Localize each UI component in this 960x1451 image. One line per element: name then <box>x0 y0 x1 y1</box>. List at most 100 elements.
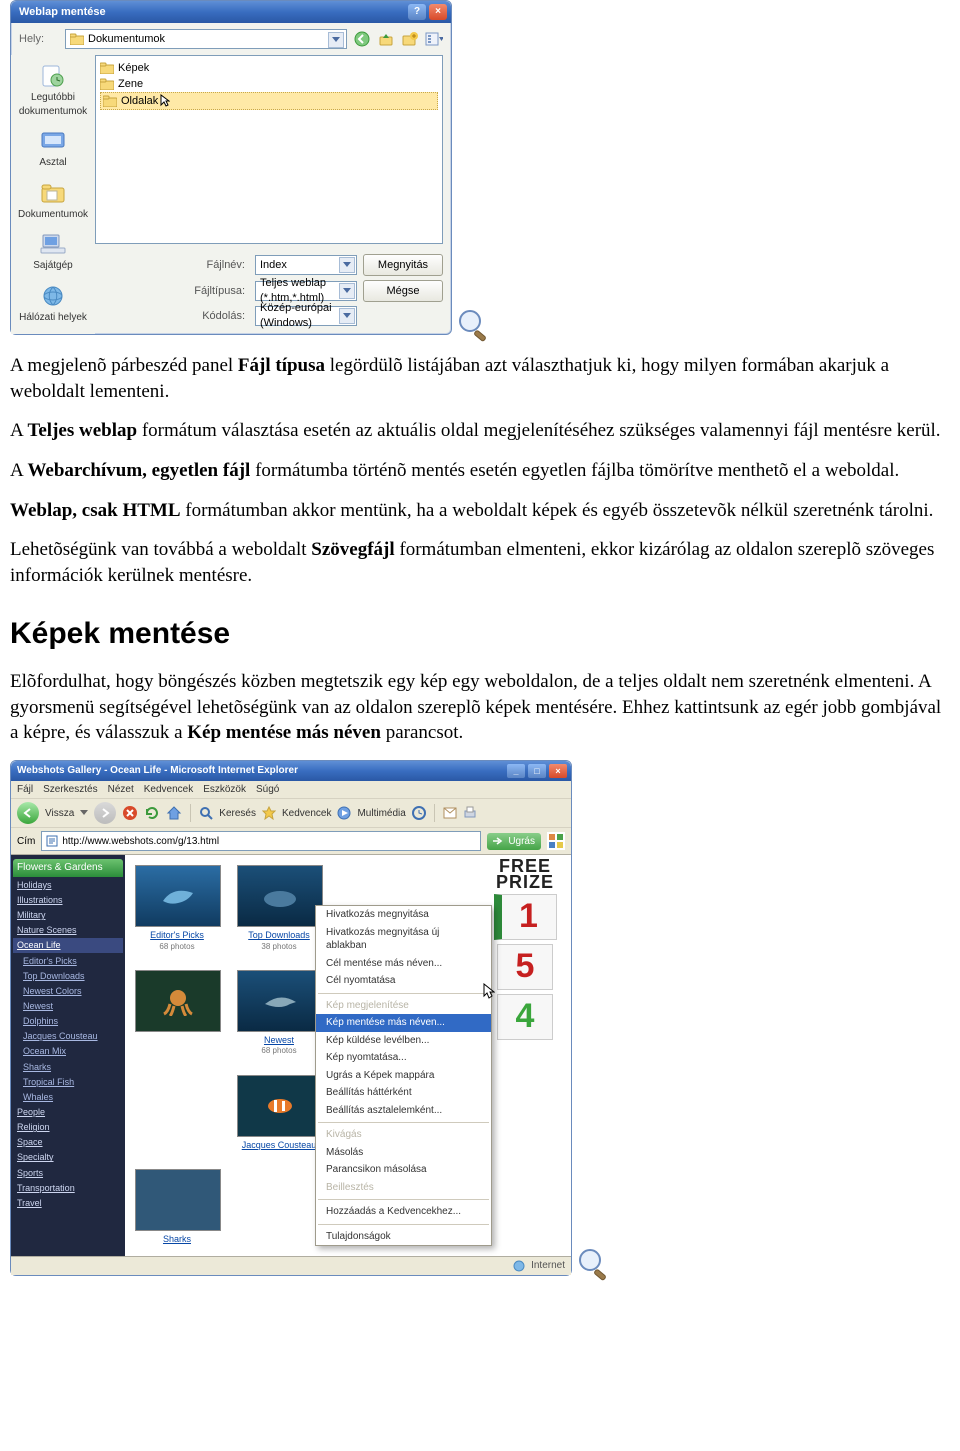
list-item[interactable]: Zene <box>100 76 438 92</box>
menu-item[interactable]: Fájl <box>17 783 33 797</box>
ctx-item[interactable]: Másolás <box>316 1144 491 1162</box>
sidebar-item[interactable]: Sharks <box>13 1060 123 1074</box>
sidebar-item[interactable]: Nature Scenes <box>13 923 123 937</box>
place-desktop[interactable]: Asztal <box>16 124 90 174</box>
history-icon[interactable] <box>412 806 426 820</box>
sidebar-item[interactable]: Whales <box>13 1090 123 1104</box>
sidebar-item[interactable]: Dolphins <box>13 1014 123 1028</box>
prize-number[interactable]: 4 <box>497 994 553 1040</box>
minimize-button[interactable]: _ <box>507 764 525 778</box>
encoding-select[interactable]: Közép-európai (Windows) <box>255 306 357 326</box>
forward-button[interactable] <box>94 802 116 824</box>
sidebar-category[interactable]: Ocean Life <box>13 938 123 952</box>
up-folder-icon[interactable] <box>377 30 395 48</box>
sidebar-item[interactable]: People <box>13 1105 123 1119</box>
sidebar-item[interactable]: Editor's Picks <box>13 954 123 968</box>
ctx-item[interactable]: Parancsikon másolása <box>316 1161 491 1179</box>
ctx-item[interactable]: Hivatkozás megnyitása <box>316 906 491 924</box>
back-label[interactable]: Vissza <box>45 807 74 821</box>
cancel-button[interactable]: Mégse <box>363 280 443 302</box>
sidebar-item[interactable]: Specialty <box>13 1150 123 1164</box>
ctx-item[interactable]: Tulajdonságok <box>316 1228 491 1246</box>
mail-icon[interactable] <box>443 807 457 819</box>
close-button[interactable]: × <box>549 764 567 778</box>
thumbnail[interactable] <box>135 970 219 1057</box>
refresh-icon[interactable] <box>144 805 160 821</box>
sidebar-item[interactable]: Space <box>13 1135 123 1149</box>
list-item[interactable]: Oldalak <box>100 92 438 110</box>
back-button[interactable] <box>17 802 39 824</box>
place-mycomputer[interactable]: Sajátgép <box>16 227 90 277</box>
sidebar-item[interactable]: Holidays <box>13 878 123 892</box>
magnifier-icon[interactable] <box>457 308 491 342</box>
print-icon[interactable] <box>463 806 477 820</box>
chevron-down-icon[interactable] <box>339 308 355 324</box>
ctx-item[interactable]: Kép nyomtatása... <box>316 1049 491 1067</box>
ctx-item[interactable]: Cél mentése más néven... <box>316 955 491 973</box>
sidebar-item[interactable]: Transportation <box>13 1181 123 1195</box>
place-documents[interactable]: Dokumentumok <box>16 176 90 226</box>
place-recent[interactable]: Legutóbbi dokumentumok <box>16 59 90 122</box>
magnifier-icon[interactable] <box>577 1247 611 1281</box>
ctx-item[interactable]: Ugrás a Képek mappára <box>316 1067 491 1085</box>
sidebar-item[interactable]: Illustrations <box>13 893 123 907</box>
help-button[interactable]: ? <box>408 4 426 20</box>
favorites-label[interactable]: Kedvencek <box>282 807 331 821</box>
place-network[interactable]: Hálózati helyek <box>16 279 90 329</box>
sidebar-item[interactable]: Ocean Mix <box>13 1044 123 1058</box>
media-icon[interactable] <box>337 806 351 820</box>
close-button[interactable]: × <box>429 4 447 20</box>
ctx-item[interactable]: Hivatkozás megnyitása új ablakban <box>316 924 491 955</box>
thumbnail[interactable]: Editor's Picks 68 photos <box>135 865 219 952</box>
back-nav-icon[interactable] <box>353 30 371 48</box>
sidebar-item[interactable]: Tropical Fish <box>13 1075 123 1089</box>
media-label[interactable]: Multimédia <box>357 807 405 821</box>
sidebar-item[interactable]: Newest Colors <box>13 984 123 998</box>
ctx-item[interactable]: Hozzáadás a Kedvencekhez... <box>316 1203 491 1221</box>
ctx-item[interactable]: Kép küldése levélben... <box>316 1032 491 1050</box>
menu-item[interactable]: Szerkesztés <box>43 783 97 797</box>
sidebar-item[interactable]: Jacques Cousteau <box>13 1029 123 1043</box>
chevron-down-icon[interactable] <box>339 257 355 273</box>
home-icon[interactable] <box>166 805 182 821</box>
search-icon[interactable] <box>199 806 213 820</box>
url-input[interactable]: http://www.webshots.com/g/13.html <box>41 831 480 851</box>
prize-number[interactable]: 5 <box>497 944 553 990</box>
menu-item[interactable]: Súgó <box>256 783 279 797</box>
sidebar-item[interactable]: Religion <box>13 1120 123 1134</box>
filename-input[interactable]: Index <box>255 255 357 275</box>
maximize-button[interactable]: □ <box>528 764 546 778</box>
views-icon[interactable] <box>425 30 443 48</box>
sidebar-item[interactable]: Sports <box>13 1166 123 1180</box>
ie-titlebar[interactable]: Webshots Gallery - Ocean Life - Microsof… <box>11 761 571 781</box>
prize-number[interactable]: 1 <box>494 894 557 940</box>
new-folder-icon[interactable] <box>401 30 419 48</box>
thumbnail[interactable]: Jacques Cousteau <box>237 1075 321 1151</box>
thumbnail[interactable]: Sharks <box>135 1169 219 1245</box>
favorites-icon[interactable] <box>262 806 276 820</box>
menu-item[interactable]: Kedvencek <box>144 783 193 797</box>
location-combo[interactable]: Dokumentumok <box>65 29 347 49</box>
ctx-item-save-image-as[interactable]: Kép mentése más néven... <box>316 1014 491 1032</box>
go-button[interactable]: Ugrás <box>487 833 541 851</box>
chevron-down-icon[interactable] <box>328 32 344 48</box>
chevron-down-icon[interactable] <box>80 810 88 816</box>
sidebar-item[interactable]: Travel <box>13 1196 123 1210</box>
menu-item[interactable]: Nézet <box>108 783 134 797</box>
sidebar-item[interactable]: Top Downloads <box>13 969 123 983</box>
filetype-select[interactable]: Teljes weblap (*.htm,*.html) <box>255 281 357 301</box>
sidebar-header[interactable]: Flowers & Gardens <box>13 859 123 877</box>
sidebar-item[interactable]: Newest <box>13 999 123 1013</box>
ctx-item[interactable]: Beállítás háttérként <box>316 1084 491 1102</box>
thumbnail[interactable]: Top Downloads 38 photos <box>237 865 321 952</box>
ctx-item[interactable]: Cél nyomtatása <box>316 972 491 990</box>
stop-icon[interactable] <box>122 805 138 821</box>
menu-item[interactable]: Eszközök <box>203 783 246 797</box>
file-list[interactable]: Képek Zene Oldalak <box>95 55 443 244</box>
chevron-down-icon[interactable] <box>339 283 355 299</box>
open-button[interactable]: Megnyitás <box>363 254 443 276</box>
ctx-item[interactable]: Beállítás asztalelemként... <box>316 1102 491 1120</box>
thumbnail[interactable]: Newest 68 photos <box>237 970 321 1057</box>
list-item[interactable]: Képek <box>100 60 438 76</box>
search-label[interactable]: Keresés <box>219 807 256 821</box>
